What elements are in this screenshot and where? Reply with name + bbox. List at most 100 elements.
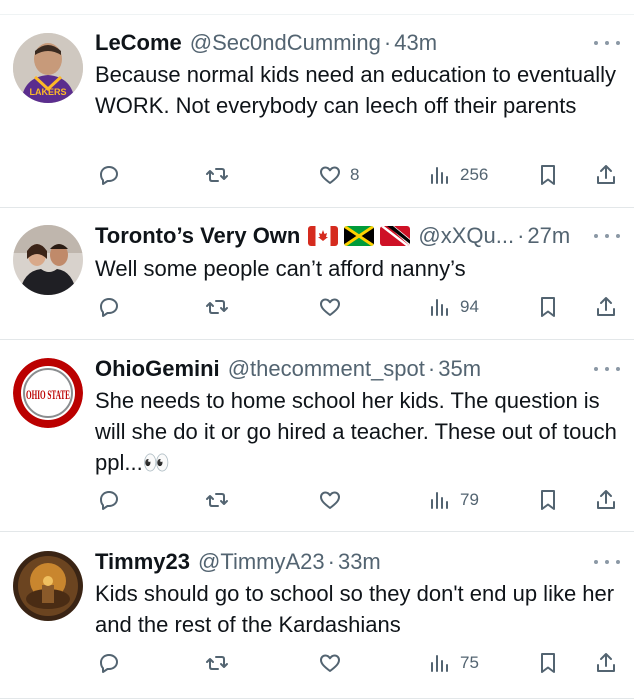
reply-icon — [100, 654, 118, 673]
like-button[interactable] — [318, 648, 342, 678]
views-button[interactable]: 256 — [428, 160, 488, 190]
separator: · — [427, 356, 436, 381]
timestamp[interactable]: 33m — [338, 547, 381, 577]
avatar-lakers-jersey-icon: LAKERS — [13, 33, 83, 103]
timestamp[interactable]: 35m — [438, 354, 481, 384]
tweet-header: Timmy23 @TimmyA23 · 33m — [95, 547, 620, 577]
views-button[interactable]: 75 — [428, 648, 479, 678]
retweet-icon — [206, 656, 228, 670]
reply-button[interactable] — [97, 292, 121, 322]
reply-button[interactable] — [97, 648, 121, 678]
like-button[interactable] — [318, 485, 342, 515]
heart-icon — [320, 166, 340, 184]
tweet[interactable]: LAKERS LeCome @Sec0ndCumming · 43m Becau… — [0, 0, 634, 208]
reply-button[interactable] — [97, 485, 121, 515]
avatar-logo-text: OHIO STATE — [26, 387, 70, 402]
separator: · — [383, 30, 392, 55]
username[interactable]: @xXQu... — [418, 221, 514, 251]
tweet[interactable]: Toronto’s Very Own @xXQu... · 27m Well s… — [0, 208, 634, 340]
like-count: 8 — [350, 165, 360, 184]
retweet-icon — [206, 300, 228, 314]
bookmark-button[interactable] — [536, 648, 560, 678]
timestamp[interactable]: 43m — [394, 28, 437, 58]
avatar[interactable]: LAKERS — [13, 33, 83, 103]
reply-icon — [100, 166, 118, 185]
display-name[interactable]: Toronto’s Very Own — [95, 221, 300, 251]
avatar[interactable] — [13, 551, 83, 621]
tweet-actions: 8 256 — [0, 160, 634, 190]
more-options-icon[interactable] — [594, 359, 620, 379]
share-icon — [597, 490, 615, 509]
tweet-text: She needs to home school her kids. The q… — [95, 388, 617, 475]
bookmark-icon — [541, 297, 555, 317]
retweet-button[interactable] — [205, 648, 229, 678]
ohio-state-logo-icon: OHIO STATE — [13, 358, 83, 428]
tweet-text: Kids should go to school so they don't e… — [95, 581, 615, 637]
bookmark-icon — [541, 165, 555, 185]
tweet-actions: 75 — [0, 648, 634, 678]
tweet-text: Well some people can’t afford nanny’s — [95, 256, 466, 281]
reply-button[interactable] — [97, 160, 121, 190]
tweet[interactable]: Timmy23 @TimmyA23 · 33m Kids should go t… — [0, 532, 634, 700]
tweet-text: Because normal kids need an education to… — [95, 62, 617, 118]
like-button[interactable] — [318, 292, 342, 322]
canada-flag-icon — [308, 226, 339, 246]
jamaica-flag-icon — [344, 226, 375, 246]
view-count: 94 — [460, 297, 479, 316]
heart-icon — [320, 491, 340, 509]
retweet-button[interactable] — [205, 292, 229, 322]
tweet-feed: LAKERS LeCome @Sec0ndCumming · 43m Becau… — [0, 0, 634, 700]
display-name[interactable]: LeCome — [95, 28, 182, 58]
more-options-icon[interactable] — [594, 226, 620, 246]
bookmark-icon — [541, 653, 555, 673]
name-flags — [308, 226, 411, 246]
tweet-header: Toronto’s Very Own @xXQu... · 27m — [95, 221, 620, 251]
retweet-icon — [206, 168, 228, 182]
tweet-header: OhioGemini @thecomment_spot · 35m — [95, 354, 620, 384]
separator: · — [517, 223, 525, 248]
avatar-photo-couple-icon — [13, 225, 83, 295]
views-button[interactable]: 94 — [428, 292, 479, 322]
more-options-icon[interactable] — [594, 552, 620, 572]
heart-icon — [320, 298, 340, 316]
tweet-actions: 79 — [0, 485, 634, 515]
views-icon — [431, 167, 448, 184]
share-icon — [597, 653, 615, 672]
svg-text:LAKERS: LAKERS — [29, 87, 66, 97]
display-name[interactable]: Timmy23 — [95, 547, 190, 577]
tweet-header: LeCome @Sec0ndCumming · 43m — [95, 28, 620, 58]
bookmark-button[interactable] — [536, 292, 560, 322]
share-button[interactable] — [594, 160, 618, 190]
avatar-album-art-icon — [13, 551, 83, 621]
like-button[interactable]: 8 — [318, 160, 359, 190]
view-count: 256 — [460, 165, 489, 184]
more-options-icon[interactable] — [594, 33, 620, 53]
view-count: 79 — [460, 490, 479, 509]
display-name[interactable]: OhioGemini — [95, 354, 220, 384]
share-button[interactable] — [594, 485, 618, 515]
bookmark-button[interactable] — [536, 485, 560, 515]
retweet-button[interactable] — [205, 485, 229, 515]
views-icon — [431, 299, 448, 316]
share-button[interactable] — [594, 292, 618, 322]
tweet-actions: 94 — [0, 292, 634, 322]
username[interactable]: @Sec0ndCumming — [190, 28, 381, 58]
username[interactable]: @TimmyA23 — [198, 547, 325, 577]
trinidad-flag-icon — [380, 226, 411, 246]
views-icon — [431, 492, 448, 509]
view-count: 75 — [460, 653, 479, 672]
tweet[interactable]: OHIO STATE OhioGemini @thecomment_spot ·… — [0, 340, 634, 532]
share-button[interactable] — [594, 648, 618, 678]
views-button[interactable]: 79 — [428, 485, 479, 515]
username[interactable]: @thecomment_spot — [228, 354, 425, 384]
bookmark-button[interactable] — [536, 160, 560, 190]
heart-icon — [320, 654, 340, 672]
separator: · — [327, 549, 335, 574]
retweet-button[interactable] — [205, 160, 229, 190]
avatar[interactable]: OHIO STATE — [13, 358, 83, 428]
retweet-icon — [206, 493, 228, 507]
timestamp[interactable]: 27m — [527, 221, 570, 251]
reply-icon — [100, 491, 118, 510]
avatar[interactable] — [13, 225, 83, 295]
divider — [0, 698, 634, 699]
